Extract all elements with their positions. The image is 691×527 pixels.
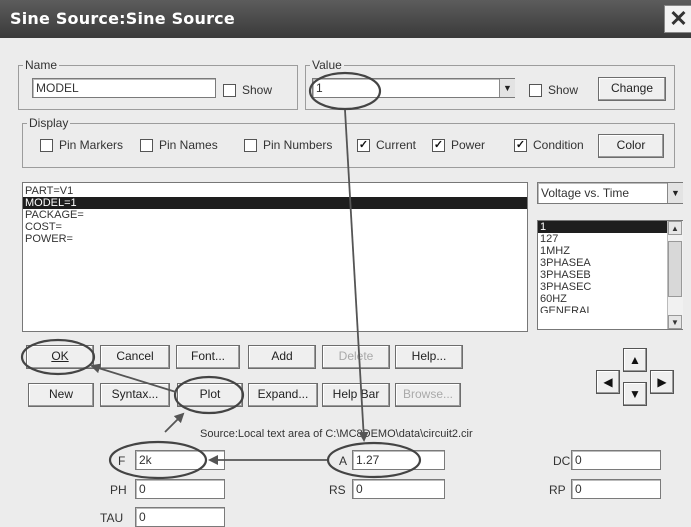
arrow-up-to-plot [164,412,185,433]
scroll-down-icon[interactable]: ▼ [668,315,682,329]
attribute-row[interactable]: PART=V1 [23,185,527,197]
param-field-a[interactable]: 1.27 [352,450,445,470]
attribute-row[interactable]: PACKAGE= [23,209,527,221]
help-bar-button[interactable]: Help Bar [322,383,390,407]
ok-button[interactable]: OK [26,345,94,369]
current-checkbox[interactable]: ✓ Current [357,138,416,152]
param-label-ph: PH [110,483,127,497]
nav-left-icon[interactable]: ◀ [596,370,620,394]
nav-up-icon[interactable]: ▲ [623,348,647,372]
name-group-legend: Name [25,58,58,72]
value-group-legend: Value [312,58,342,72]
plot-type-select[interactable]: Voltage vs. Time [537,182,683,204]
pin-numbers-checkbox[interactable]: Pin Numbers [244,138,332,152]
attribute-list[interactable]: PART=V1 MODEL=1 PACKAGE= COST= POWER= [22,182,528,332]
name-show-box[interactable] [223,83,236,97]
param-label-rs: RS [329,483,346,497]
model-list-item[interactable]: 60HZ [538,293,682,305]
attribute-row[interactable]: COST= [23,221,527,233]
value-dropdown-arrow-icon[interactable]: ▼ [499,79,515,97]
model-list-item[interactable]: 3PHASEB [538,269,682,281]
model-list-item[interactable]: 1MHZ [538,245,682,257]
param-field-rs[interactable]: 0 [352,479,445,499]
source-text: Source:Local text area of C:\MC8DEMO\dat… [200,428,473,440]
param-label-tau: TAU [100,511,124,525]
window-title: Sine Source:Sine Source [10,9,235,28]
condition-checkbox[interactable]: ✓ Condition [514,138,584,152]
model-list-item[interactable]: 127 [538,233,682,245]
name-show-label: Show [242,83,273,97]
value-show-box[interactable] [529,83,542,97]
pin-markers-checkbox[interactable]: Pin Markers [40,138,123,152]
param-field-f[interactable]: 2k [135,450,225,470]
pin-markers-label: Pin Markers [59,138,124,152]
param-label-dc: DC [553,454,571,468]
model-list[interactable]: 1 127 1MHZ 3PHASEA 3PHASEB 3PHASEC 60HZ … [537,220,683,330]
plot-type-dropdown-arrow-icon[interactable]: ▼ [667,183,683,203]
pin-markers-box[interactable] [40,138,53,152]
pin-names-checkbox[interactable]: Pin Names [140,138,218,152]
plot-type-select-text: Voltage vs. Time [541,186,630,200]
power-box[interactable]: ✓ [432,138,445,152]
nav-down-icon[interactable]: ▼ [623,382,647,406]
value-show-checkbox[interactable]: Show [529,83,578,97]
syntax-button[interactable]: Syntax... [100,383,170,407]
pin-numbers-box[interactable] [244,138,257,152]
attribute-row-selected[interactable]: MODEL=1 [23,197,527,209]
scroll-thumb[interactable] [668,241,682,297]
cancel-button[interactable]: Cancel [100,345,170,369]
value-show-label: Show [548,83,579,97]
title-bar: Sine Source:Sine Source ✕ [0,0,691,38]
ok-button-label: OK [51,349,69,363]
color-button[interactable]: Color [598,134,664,158]
param-field-tau[interactable]: 0 [135,507,225,527]
model-list-item-selected[interactable]: 1 [538,221,667,233]
value-combobox-text: 1 [316,81,323,95]
help-button[interactable]: Help... [395,345,463,369]
browse-button[interactable]: Browse... [395,383,461,407]
delete-button[interactable]: Delete [322,345,390,369]
param-field-ph[interactable]: 0 [135,479,225,499]
sine-source-dialog: Sine Source:Sine Source ✕ Name MODEL Sho… [0,0,691,527]
param-label-rp: RP [549,483,566,497]
close-icon[interactable]: ✕ [664,5,691,33]
attribute-row[interactable]: POWER= [23,233,527,245]
change-button[interactable]: Change [598,77,666,101]
current-box[interactable]: ✓ [357,138,370,152]
font-button[interactable]: Font... [176,345,240,369]
param-field-dc[interactable]: 0 [571,450,661,470]
power-label: Power [451,138,486,152]
model-list-scrollbar[interactable]: ▲ ▼ [667,221,683,329]
model-list-item[interactable]: 3PHASEA [538,257,682,269]
param-field-rp[interactable]: 0 [571,479,661,499]
expand-button[interactable]: Expand... [248,383,318,407]
add-button[interactable]: Add [248,345,316,369]
condition-box[interactable]: ✓ [514,138,527,152]
pin-numbers-label: Pin Numbers [263,138,333,152]
name-field[interactable]: MODEL [32,78,216,98]
value-combobox[interactable]: 1 [312,78,515,98]
current-label: Current [376,138,417,152]
nav-right-icon[interactable]: ▶ [650,370,674,394]
power-checkbox[interactable]: ✓ Power [432,138,485,152]
param-label-f: F [118,454,126,468]
model-list-item[interactable]: GENERAL [538,305,682,313]
new-button[interactable]: New [28,383,94,407]
model-list-item[interactable]: 3PHASEC [538,281,682,293]
pin-names-label: Pin Names [159,138,218,152]
display-group-legend: Display [29,116,69,130]
name-show-checkbox[interactable]: Show [223,83,272,97]
plot-button[interactable]: Plot [177,383,243,407]
condition-label: Condition [533,138,584,152]
scroll-up-icon[interactable]: ▲ [668,221,682,235]
param-label-a: A [339,454,348,468]
pin-names-box[interactable] [140,138,153,152]
